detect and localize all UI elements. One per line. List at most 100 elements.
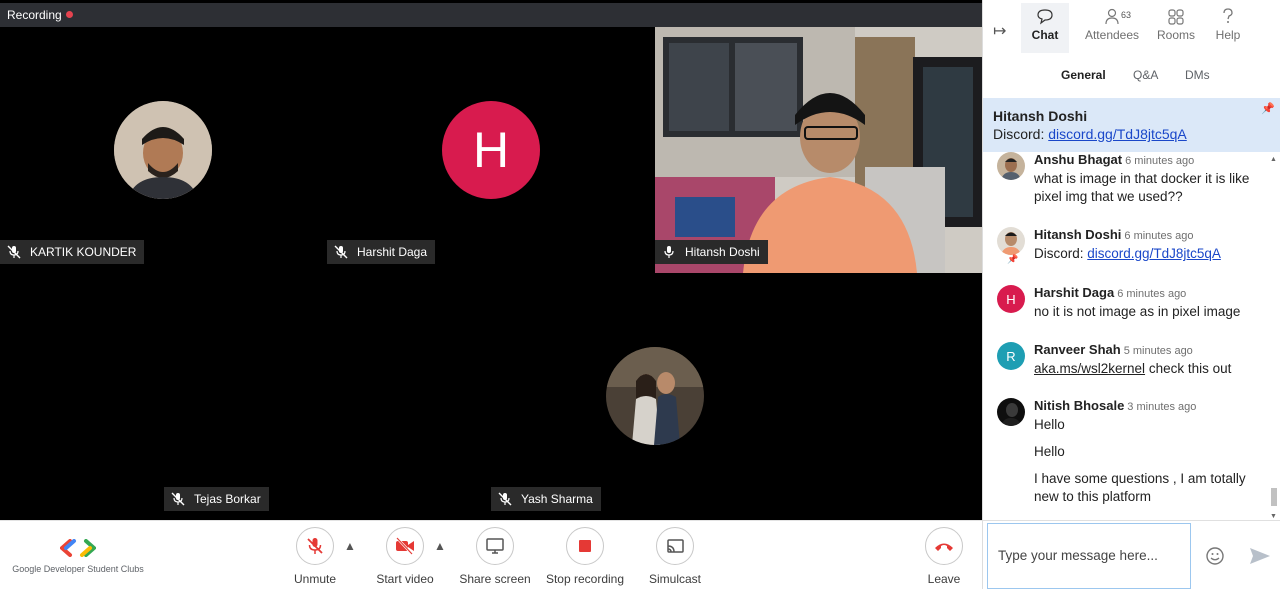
tab-rooms[interactable]: Rooms [1153, 3, 1199, 53]
avatar-initial: H [472, 122, 510, 178]
leave-circle[interactable] [925, 527, 963, 565]
tab-attendees[interactable]: Attendees [1081, 3, 1143, 53]
hang-up-icon [935, 543, 953, 551]
help-question-icon [1223, 8, 1233, 23]
participant-avatar-harshit: H [442, 101, 540, 199]
avatar [997, 398, 1025, 426]
pinned-pin-icon: 📌 [1007, 254, 1019, 264]
control-bar: Google Developer Student Clubs Unmute ▲ … [0, 520, 982, 589]
participant-name-tag: Hitansh Doshi [655, 240, 768, 264]
stop-recording-circle[interactable] [566, 527, 604, 565]
gdsc-logo-icon [60, 539, 96, 557]
message-time: 3 minutes ago [1127, 401, 1197, 413]
pinned-author: Hitansh Doshi [993, 108, 1088, 124]
message-text: Hello [1034, 444, 1065, 459]
message-author: Hitansh Doshi [1034, 227, 1122, 242]
avatar [997, 227, 1025, 255]
scroll-down-icon[interactable]: ▼ [1270, 513, 1277, 520]
mic-icon [664, 246, 674, 258]
stop-recording-label: Stop recording [545, 572, 625, 586]
pinned-message: 📌 Hitansh Doshi Discord: discord.gg/TdJ8… [983, 98, 1280, 152]
subtab-qa[interactable]: Q&A [1133, 68, 1158, 82]
stop-square-icon [579, 540, 591, 552]
message-time: 6 minutes ago [1125, 155, 1195, 167]
simulcast-label: Simulcast [648, 572, 701, 586]
scroll-thumb[interactable] [1271, 488, 1277, 506]
simulcast-circle[interactable] [656, 527, 694, 565]
pin-icon: 📌 [1261, 103, 1275, 115]
start-video-circle[interactable] [386, 527, 424, 565]
tab-help-label: Help [1215, 28, 1241, 42]
share-screen-button[interactable]: Share screen [450, 527, 540, 586]
participant-name: Yash Sharma [521, 492, 593, 506]
video-off-icon [396, 537, 414, 555]
message-composer: Type your message here... [983, 520, 1280, 589]
stop-recording-button[interactable]: Stop recording [540, 527, 630, 586]
unmute-button[interactable]: Unmute [270, 527, 360, 586]
mic-muted-icon [171, 492, 185, 506]
chat-scrollbar[interactable]: ▲ ▼ [1270, 152, 1278, 520]
mic-muted-icon [7, 245, 21, 259]
share-screen-circle[interactable] [476, 527, 514, 565]
subtab-dms[interactable]: DMs [1185, 68, 1210, 82]
pinned-link[interactable]: discord.gg/TdJ8jtc5qA [1048, 126, 1187, 142]
cast-icon [667, 539, 684, 553]
participant-name-tag: Yash Sharma [491, 487, 601, 511]
message-text: Hello [1034, 417, 1065, 432]
message-input-placeholder: Type your message here... [998, 548, 1158, 563]
tab-chat-label: Chat [1031, 28, 1059, 42]
tab-chat[interactable]: Chat [1021, 3, 1069, 53]
avatar: R [997, 342, 1025, 370]
recording-bar: Recording [0, 3, 982, 27]
message-input[interactable]: Type your message here... [987, 523, 1191, 589]
avatar: H [997, 285, 1025, 313]
message-suffix: check this out [1148, 361, 1232, 376]
send-icon[interactable] [1249, 547, 1271, 565]
avatar-initial: H [1006, 291, 1016, 307]
monitor-icon [486, 538, 504, 554]
chat-bubble-icon [1037, 9, 1053, 25]
simulcast-button[interactable]: Simulcast [630, 527, 720, 586]
participant-name: Harshit Daga [357, 245, 428, 259]
mic-muted-icon [307, 538, 323, 554]
chat-messages: Anshu Bhagat 6 minutes ago what is image … [983, 152, 1280, 520]
pinned-text: Discord: discord.gg/TdJ8jtc5qA [993, 126, 1271, 142]
tab-attendees-label: Attendees [1084, 28, 1140, 42]
leave-button[interactable]: Leave [899, 527, 989, 586]
person-icon [1105, 8, 1119, 25]
message-text: what is image in that docker it is like … [1034, 171, 1250, 204]
participant-avatar-kartik [114, 101, 212, 199]
brand: Google Developer Student Clubs [8, 539, 148, 577]
start-video-button[interactable]: Start video [360, 527, 450, 586]
participant-avatar-yash [606, 347, 704, 445]
subtab-general[interactable]: General [1061, 68, 1106, 82]
participant-name: Tejas Borkar [194, 492, 261, 506]
side-panel: ↦ Chat Attendees 63 Rooms Help General Q… [982, 0, 1280, 589]
participant-name: KARTIK KOUNDER [30, 245, 137, 259]
attendees-count-badge: 63 [1121, 10, 1132, 20]
pinned-prefix: Discord: [993, 126, 1045, 142]
emoji-icon[interactable] [1205, 546, 1225, 566]
participant-name: Hitansh Doshi [685, 245, 760, 259]
recording-indicator: Recording [7, 8, 73, 22]
tab-help[interactable]: Help [1205, 3, 1251, 53]
collapse-panel-icon[interactable]: ↦ [993, 21, 1013, 40]
unmute-circle[interactable] [296, 527, 334, 565]
message-author: Harshit Daga [1034, 285, 1115, 300]
message-time: 5 minutes ago [1123, 345, 1193, 357]
message-link[interactable]: aka.ms/wsl2kernel [1034, 361, 1145, 376]
leave-label: Leave [927, 572, 961, 586]
recording-dot-icon [65, 11, 73, 18]
video-options-chevron-up-icon[interactable]: ▲ [434, 539, 446, 553]
scroll-up-icon[interactable]: ▲ [1270, 156, 1277, 163]
message-author: Anshu Bhagat [1034, 152, 1123, 167]
message-prefix: Discord: [1034, 246, 1084, 261]
mic-muted-icon [498, 492, 512, 506]
avatar-initial: R [1006, 348, 1016, 364]
participant-video-hitansh [655, 27, 982, 273]
message-link[interactable]: discord.gg/TdJ8jtc5qA [1087, 246, 1221, 261]
audio-options-chevron-up-icon[interactable]: ▲ [344, 539, 356, 553]
video-stage: Recording KARTIK KOUNDER H Harshit Daga … [0, 0, 982, 520]
participant-name-tag: Tejas Borkar [164, 487, 269, 511]
share-screen-label: Share screen [459, 572, 531, 586]
